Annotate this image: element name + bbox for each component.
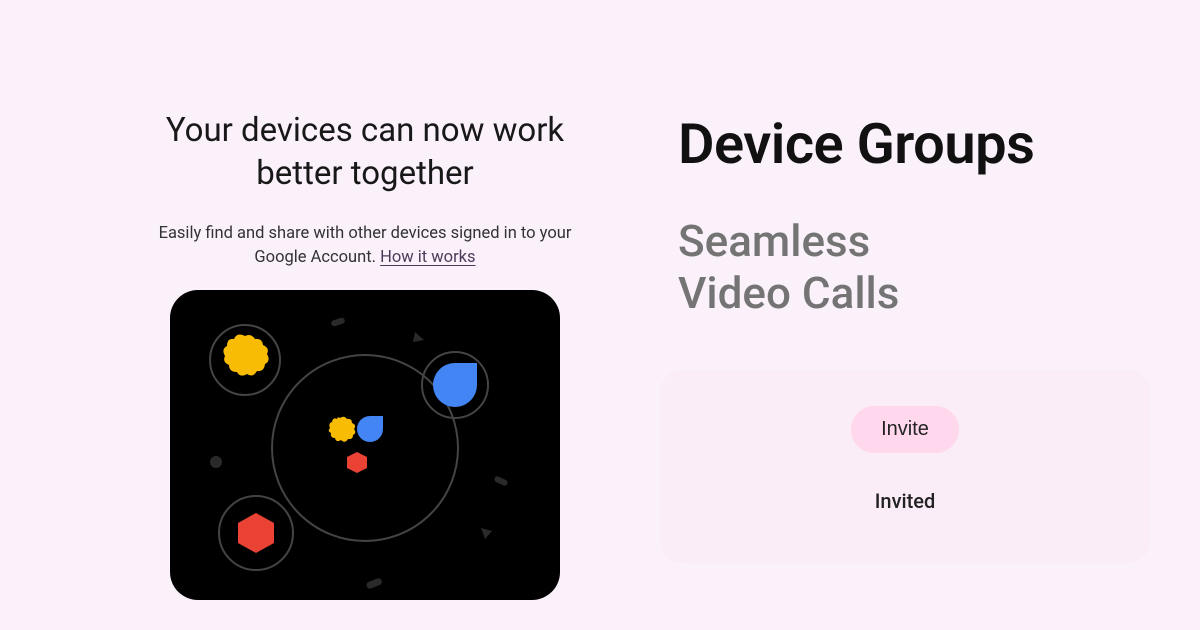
how-it-works-link[interactable]: How it works xyxy=(380,248,475,267)
shape-yellow-small xyxy=(329,416,356,441)
subtext-prefix: Easily find and share with other devices… xyxy=(159,224,572,267)
invited-label: Invited xyxy=(690,489,1120,513)
shape-red-large xyxy=(238,513,274,553)
shape-red-small xyxy=(347,452,367,473)
shape-blue-small xyxy=(357,416,383,442)
subtitle-line1: Seamless xyxy=(678,215,870,267)
seamless-subtitle: Seamless Video Calls xyxy=(678,216,1180,320)
invite-button[interactable]: Invite xyxy=(851,406,959,453)
device-groups-title: Device Groups xyxy=(678,115,1180,174)
devices-illustration xyxy=(170,290,560,600)
invite-panel: Invite Invited xyxy=(660,370,1150,563)
shape-yellow-large xyxy=(223,334,268,375)
devices-subtext: Easily find and share with other devices… xyxy=(135,222,595,270)
subtitle-line2: Video Calls xyxy=(678,267,899,319)
devices-heading: Your devices can now work better togethe… xyxy=(135,110,595,196)
shape-blue-large xyxy=(433,363,477,407)
